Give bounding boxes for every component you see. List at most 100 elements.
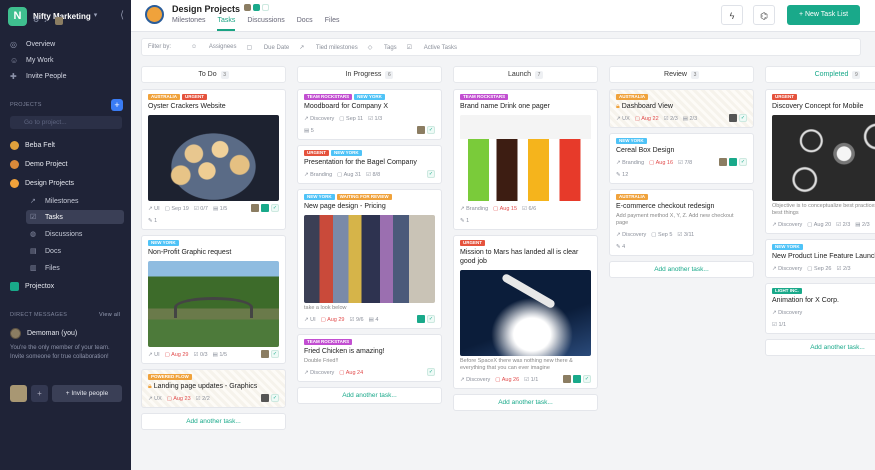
column-count: 6 [385,71,394,79]
task-description: take a look below [304,305,347,311]
avatar[interactable] [55,17,63,25]
task-card[interactable]: AUSTRALIA 🔒︎ Dashboard View ↗ UX ▢ Aug 22… [609,89,754,128]
task-card[interactable]: URGENT Mission to Mars has landed all is… [453,235,598,389]
subtask-count: ☑ 0/7 [193,205,208,212]
milestone-meta: ↗ Discovery [460,376,491,383]
comment-count: ✎ 4 [616,243,626,250]
lightbulb-image [772,115,875,201]
task-card[interactable]: NEW YORK Non-Profit Graphic request ↗ UI… [141,235,286,364]
project-members[interactable] [244,4,269,11]
goto-project-input[interactable]: Go to project... [10,116,122,129]
task-card[interactable]: URGENT NEW YORK Presentation for the Bage… [297,145,442,184]
column-header[interactable]: To Do 3 [141,66,286,83]
add-task-button[interactable]: Add another task... [453,394,598,411]
bell-icon[interactable]: ♪ [44,17,52,25]
filter-due-date[interactable]: ▢ Due Date [247,44,290,51]
project-projectox[interactable]: Projectox [10,278,54,294]
collapse-sidebar-icon[interactable]: ⟨ [120,10,124,21]
task-card[interactable]: POWERED FLOW 🔒︎ Landing page updates - G… [141,369,286,408]
check-icon[interactable]: ✓ [271,350,279,358]
tab-tasks[interactable]: Tasks [217,17,236,31]
task-card[interactable]: TEAM ROCKSTARS Brand name Drink one page… [453,89,598,230]
invite-people-button[interactable]: + Invite people [52,385,122,402]
task-title: Oyster Crackers Website [148,103,226,110]
filter-label-text: Tags [383,44,397,51]
column-header[interactable]: Completed 9 [765,66,875,83]
project-demo[interactable]: Demo Project [10,156,67,172]
due-date: ▢ Sep 11 [339,115,364,122]
gear-icon[interactable]: ⚙ [33,17,41,25]
column-header[interactable]: Review 3 [609,66,754,83]
meta-text: 2/3 [862,221,870,228]
assignees: ✓ [719,158,747,166]
meta-text: 4 [375,316,379,323]
avatar[interactable] [10,385,27,402]
subtask-count: ☑ 7/8 [678,159,693,166]
task-card[interactable]: TEAM ROCKSTARS NEW YORK Moodboard for Com… [297,89,442,140]
check-icon[interactable]: ✓ [427,170,435,178]
due-date: ▢ Aug 26 [495,376,520,383]
check-icon[interactable]: ✓ [427,126,435,134]
tag-badge: WAITING FOR REVIEW [336,194,392,200]
column-header[interactable]: Launch 7 [453,66,598,83]
view-all-link[interactable]: View all [99,312,120,318]
sidebar-item-docs[interactable]: ▤ Docs [26,244,124,258]
check-icon[interactable]: ✓ [427,315,435,323]
workspace-switcher[interactable]: N Nifty Marketing ▾ ⟨ [8,6,124,26]
add-task-button[interactable]: Add another task... [141,413,286,430]
sidebar-item-my-work[interactable]: ☺ My Work [0,52,131,68]
add-user-icon[interactable]: + [31,385,48,402]
sidebar-item-label: My Work [26,56,54,64]
tab-discussions[interactable]: Discussions [247,17,284,31]
filter-assignees[interactable]: ☺ Assignees [191,44,236,50]
check-icon[interactable]: ✓ [271,204,279,212]
broadcast-icon[interactable]: ⌬ [753,5,775,25]
add-project-button[interactable]: + [111,99,123,111]
check-icon[interactable]: ✓ [271,394,279,402]
task-description: Before SpaceX there was nothing new ther… [460,358,573,371]
project-design-projects[interactable]: Design Projects [10,175,74,191]
new-task-list-button[interactable]: + New Task List [787,5,860,25]
filter-active-tasks[interactable]: ☑ Active Tasks [407,44,457,51]
tab-milestones[interactable]: Milestones [172,17,205,31]
tab-files[interactable]: Files [325,17,340,31]
task-card[interactable]: URGENT Discovery Concept for Mobile Obje… [765,89,875,234]
sidebar-item-discussions[interactable]: ◍ Discussions [26,227,124,241]
task-card[interactable]: NEW YORK New Product Line Feature Launch… [765,239,875,278]
due-date: ▢ Sep 5 [651,231,673,238]
check-icon[interactable]: ✓ [427,368,435,376]
sidebar-item-invite-people[interactable]: ✚ Invite People [0,68,131,84]
avatar [417,315,425,323]
add-task-button[interactable]: Add another task... [297,387,442,404]
project-beba-felt[interactable]: Beba Felt [10,137,55,153]
meta-text: 0/3 [199,351,208,358]
task-card[interactable]: LIGHT INC. Animation for X Corp. ↗ Disco… [765,283,875,334]
add-task-button[interactable]: Add another task... [765,339,875,356]
check-icon[interactable]: ✓ [739,114,747,122]
meta-text: UX [622,115,630,122]
sidebar-item-overview[interactable]: ◎ Overview [0,36,131,52]
column-header[interactable]: In Progress 6 [297,66,442,83]
task-card[interactable]: AUSTRALIA E-commerce checkout redesign A… [609,189,754,256]
task-card[interactable]: TEAM ROCKSTARS Fried Chicken is amazing!… [297,334,442,382]
task-card[interactable]: NEW YORK WAITING FOR REVIEW New page desi… [297,189,442,329]
sidebar-item-milestones[interactable]: ↗ Milestones [26,194,124,208]
tab-docs[interactable]: Docs [297,17,313,31]
sidebar-item-files[interactable]: ▥ Files [26,261,124,275]
column-launch: Launch 7 TEAM ROCKSTARS Brand name Drink … [453,66,598,411]
project-label: Projectox [25,282,55,290]
task-card[interactable]: NEW YORK Cereal Box Design ↗ Branding ▢ A… [609,133,754,184]
sidebar-item-tasks[interactable]: ☑ Tasks [26,210,124,224]
sidebar-item-label: Milestones [45,197,79,205]
task-card[interactable]: AUSTRALIA URGENT Oyster Crackers Website … [141,89,286,230]
filter-milestones[interactable]: ↗ Tied milestones [299,44,358,51]
add-task-button[interactable]: Add another task... [609,261,754,278]
task-description: Double Fried!! [304,358,339,364]
bolt-icon[interactable]: ϟ [721,5,743,25]
check-icon[interactable]: ✓ [583,375,591,383]
dm-user[interactable]: Demoman (you) [10,328,77,339]
check-icon[interactable]: ✓ [739,158,747,166]
subtask-count: ☑ 2/3 [663,115,678,122]
filter-tags[interactable]: ◇ Tags [368,44,397,51]
projects-heading: PROJECTS [10,102,42,108]
